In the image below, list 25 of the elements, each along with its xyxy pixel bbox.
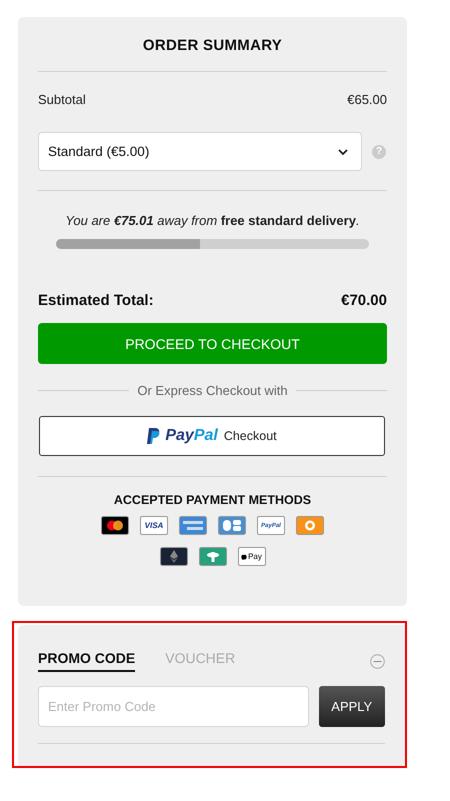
mastercard-icon: [101, 516, 129, 535]
collapse-icon[interactable]: [370, 654, 385, 669]
payment-methods-title: ACCEPTED PAYMENT METHODS: [112, 493, 312, 507]
shipping-select[interactable]: Standard (€5.00): [38, 132, 362, 171]
promo-tab[interactable]: PROMO CODE: [38, 650, 136, 672]
subtotal-value: €65.00: [347, 92, 387, 107]
estimated-total-value: €70.00: [341, 292, 387, 309]
bank-card-icon: [218, 516, 246, 535]
order-summary-title: ORDER SUMMARY: [142, 37, 284, 54]
estimated-total-label: Estimated Total:: [38, 292, 154, 309]
visa-icon: VISA: [140, 516, 168, 535]
paypal-checkout-button[interactable]: PayPal Checkout: [39, 416, 385, 456]
promo-code-field[interactable]: Enter Promo Code: [38, 686, 309, 727]
paypal-logo: [147, 428, 162, 444]
apple-pay-icon: Pay: [238, 547, 266, 566]
ethereum-icon: [160, 547, 188, 566]
tether-icon: [198, 547, 226, 566]
subtotal-label: Subtotal: [38, 92, 86, 107]
apply-button[interactable]: APPLY: [318, 686, 385, 727]
free-delivery-message: You are €75.01 away from free standard delivery.: [64, 213, 361, 228]
express-checkout-label: Or Express Checkout with: [137, 383, 288, 398]
amex-card-icon: [179, 516, 207, 535]
chevron-down-icon: [337, 148, 349, 156]
bitcoin-icon: [296, 516, 324, 535]
checkout-button[interactable]: PROCEED TO CHECKOUT: [38, 323, 387, 364]
